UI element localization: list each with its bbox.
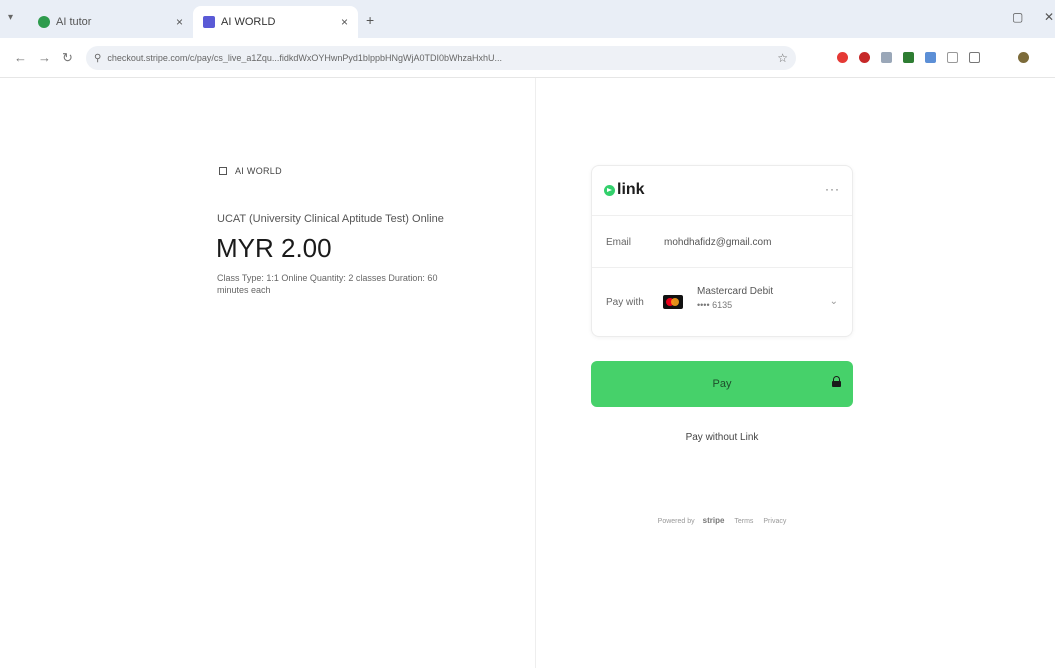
url-text: checkout.stripe.com/c/pay/cs_live_a1Zqu.… — [107, 53, 502, 63]
pay-with-label: Pay with — [606, 297, 644, 308]
extension-icon[interactable] — [859, 52, 870, 63]
stripe-logo[interactable]: stripe — [703, 516, 725, 525]
back-icon[interactable]: ← — [14, 50, 27, 65]
terms-link[interactable]: Terms — [734, 518, 753, 525]
link-logo: link — [604, 181, 645, 199]
privacy-link[interactable]: Privacy — [763, 518, 786, 525]
link-brand-text: link — [617, 181, 645, 198]
browser-tab-bar: ▾ AI tutor × AI WORLD × + ▢ ✕ — [0, 0, 1055, 38]
tab-search-icon[interactable]: ▾ — [8, 12, 13, 23]
email-row: Email mohdhafidz@gmail.com — [592, 216, 852, 268]
forward-icon[interactable]: → — [38, 50, 51, 65]
tab-favicon-icon — [203, 16, 215, 28]
link-payment-card: link ··· Email mohdhafidz@gmail.com Pay … — [591, 165, 853, 337]
price-total: MYR 2.00 — [216, 233, 332, 263]
new-tab-button[interactable]: + — [366, 12, 374, 28]
mastercard-icon — [663, 295, 683, 309]
product-description: Class Type: 1:1 Online Quantity: 2 class… — [217, 273, 438, 295]
merchant-logo-icon — [219, 167, 227, 175]
site-info-icon[interactable]: ⚲ — [94, 53, 101, 64]
tab-favicon-icon — [38, 16, 50, 28]
product-name: UCAT (University Clinical Aptitude Test)… — [217, 213, 444, 225]
reload-icon[interactable]: ↻ — [62, 50, 73, 66]
card-number: •••• 6135 — [697, 300, 733, 310]
pay-without-link-button[interactable]: Pay without Link — [591, 432, 853, 443]
tab-close-icon[interactable]: × — [176, 15, 183, 29]
more-options-button[interactable]: ··· — [825, 182, 840, 196]
window-close-icon[interactable]: ✕ — [1044, 10, 1054, 24]
pay-button-label: Pay — [712, 378, 732, 390]
tab-ai-tutor[interactable]: AI tutor × — [28, 6, 193, 38]
tab-title: AI tutor — [56, 16, 92, 28]
extension-icon[interactable] — [925, 52, 936, 63]
link-play-icon — [604, 184, 615, 196]
lock-icon — [832, 376, 841, 387]
pay-button[interactable]: Pay — [591, 361, 853, 407]
merchant-name: AI WORLD — [235, 166, 282, 176]
extension-icon[interactable] — [947, 52, 958, 63]
bookmark-star-icon[interactable]: ☆ — [777, 51, 788, 65]
card-name: Mastercard Debit — [697, 286, 774, 297]
panel-divider — [535, 78, 536, 668]
extension-icon[interactable] — [903, 52, 914, 63]
window-restore-icon[interactable]: ▢ — [1012, 10, 1023, 24]
chevron-down-icon[interactable]: ⌄ — [830, 296, 838, 307]
tab-close-icon[interactable]: × — [341, 15, 348, 29]
tab-title: AI WORLD — [221, 16, 276, 28]
email-label: Email — [606, 237, 632, 248]
extension-icon[interactable] — [837, 52, 848, 63]
profile-avatar[interactable] — [1018, 52, 1029, 63]
extensions-puzzle-icon[interactable] — [969, 52, 980, 63]
address-bar[interactable]: ⚲ checkout.stripe.com/c/pay/cs_live_a1Zq… — [86, 46, 796, 70]
merchant-brand[interactable]: AI WORLD — [219, 166, 282, 176]
payment-method-row[interactable]: Pay with Mastercard Debit •••• 6135 ⌄ — [592, 268, 852, 338]
tab-ai-world[interactable]: AI WORLD × — [193, 6, 358, 38]
link-header: link ··· — [592, 166, 852, 216]
powered-by-text: Powered by — [657, 518, 695, 525]
browser-toolbar: ← → ↻ ⚲ checkout.stripe.com/c/pay/cs_liv… — [0, 38, 1055, 78]
email-value: mohdhafidz@gmail.com — [664, 237, 772, 248]
extension-icon[interactable] — [881, 52, 892, 63]
footer: Powered by stripe Terms Privacy — [591, 516, 853, 525]
